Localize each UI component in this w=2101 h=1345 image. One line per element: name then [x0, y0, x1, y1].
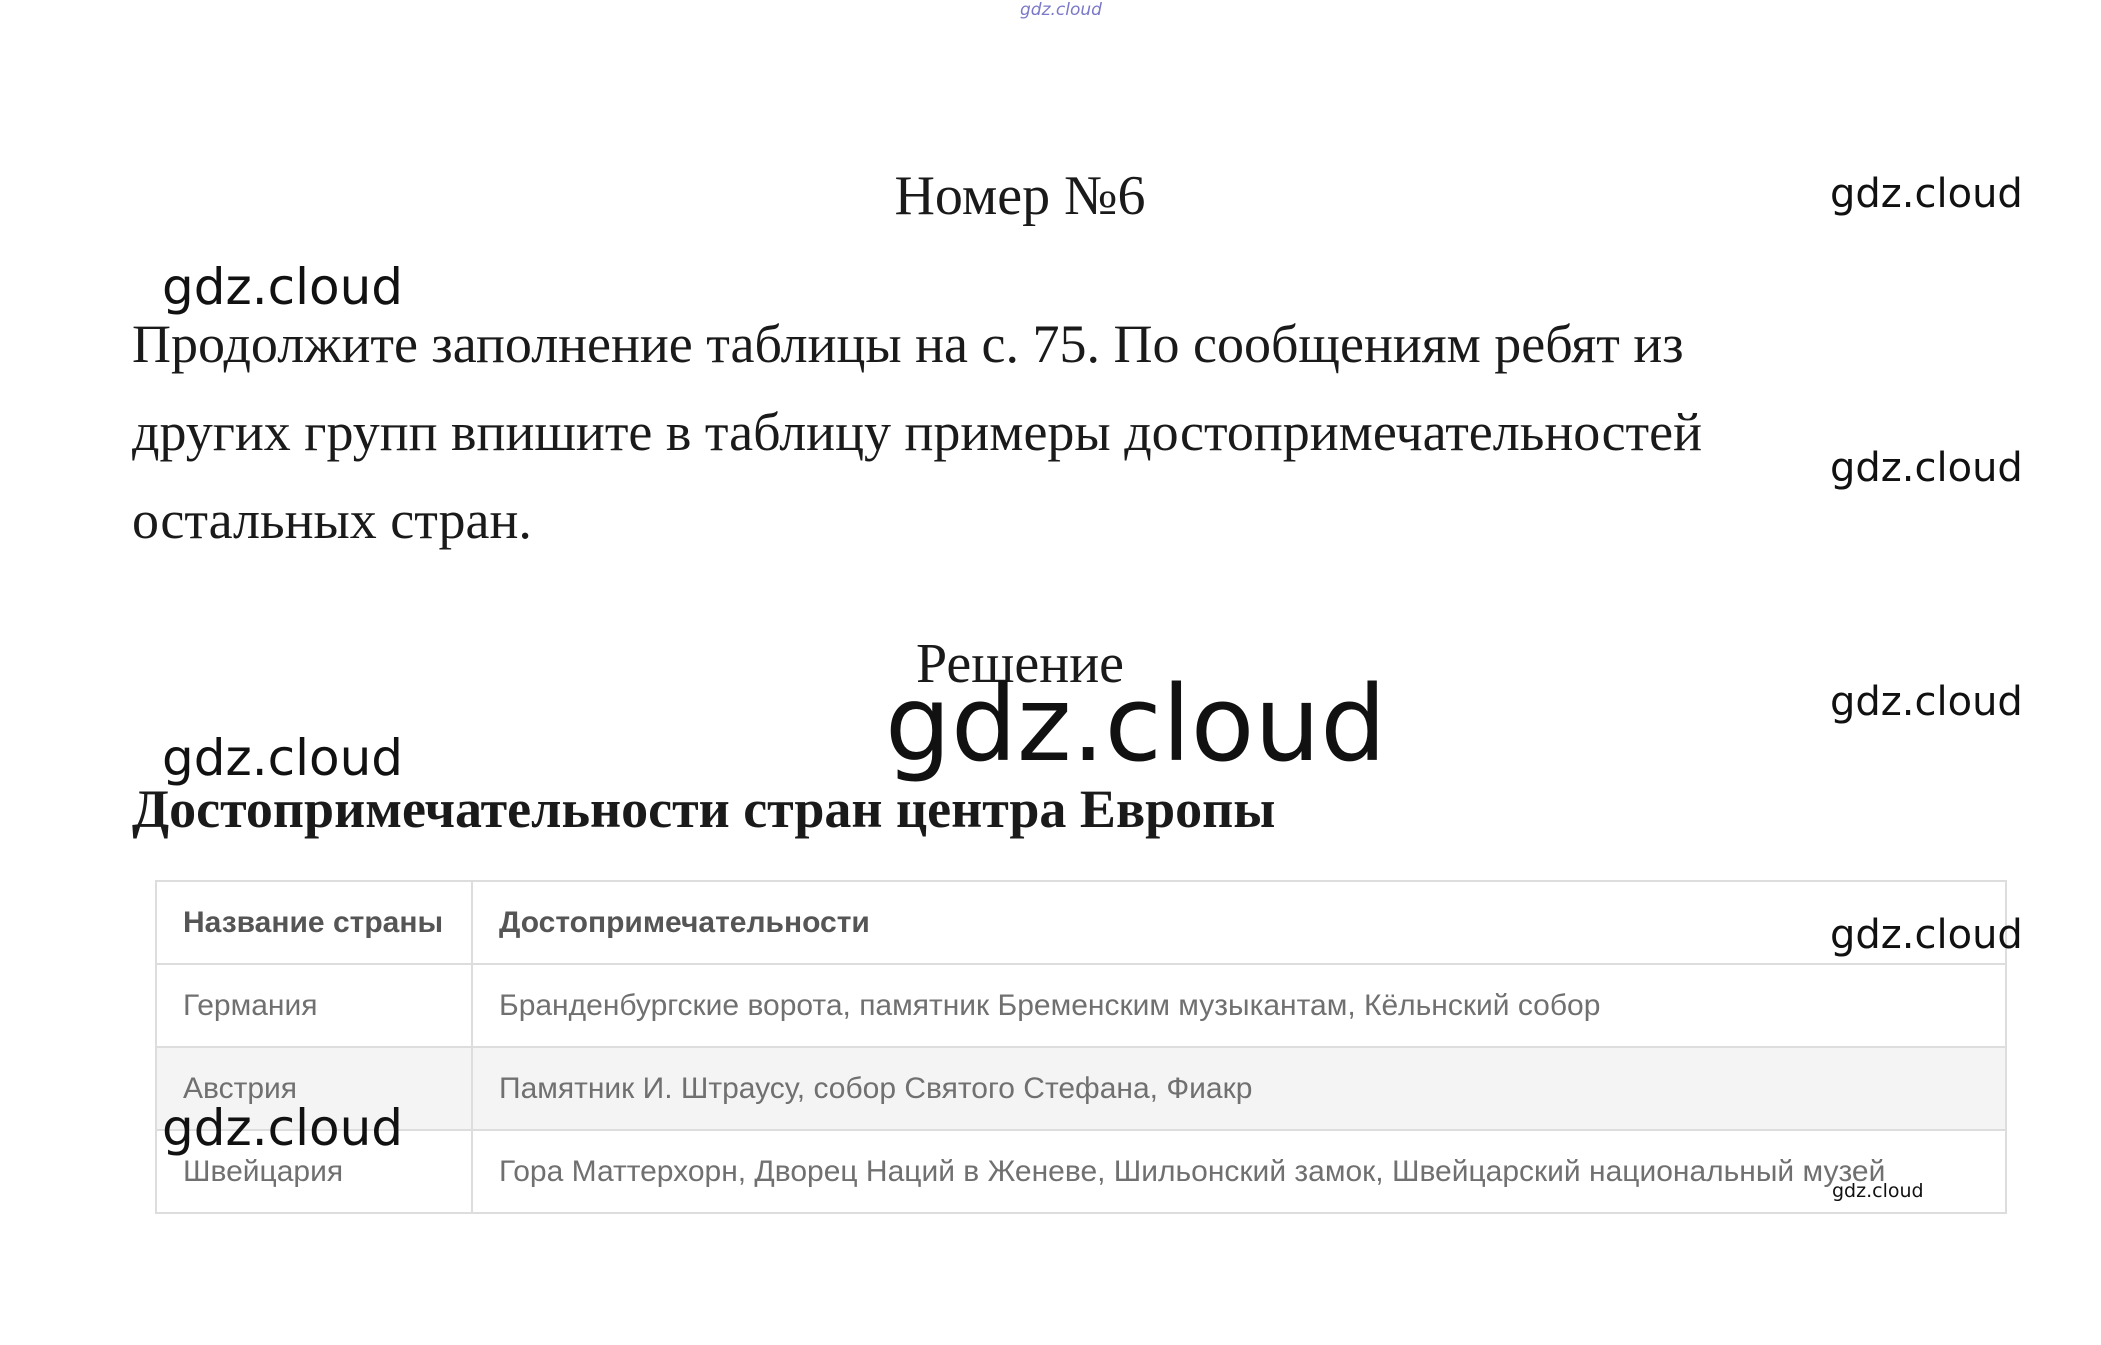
task-line: других групп впишите в таблицу примеры д… — [132, 402, 1703, 462]
task-line: Продолжите заполнение таблицы на с. 75. … — [132, 314, 1684, 374]
task-line: остальных стран. — [132, 490, 532, 550]
task-text: Продолжите заполнение таблицы на с. 75. … — [132, 300, 2002, 564]
table-row: Германия Бранденбургские ворота, памятни… — [155, 963, 2007, 1048]
page-title: Номер №6 — [894, 165, 1146, 227]
watermark-top: gdz.cloud — [1020, 0, 1102, 20]
watermark-right-2: gdz.cloud — [1830, 445, 2023, 491]
sights-table: Название страны Достопримечательности Ге… — [155, 880, 2007, 1214]
watermark-right-1: gdz.cloud — [1830, 171, 2023, 217]
cell-sights: Памятник И. Штраусу, собор Святого Стефа… — [471, 1046, 2007, 1131]
table-title: Достопримечательности стран центра Европ… — [132, 779, 1276, 839]
table-header-row: Название страны Достопримечательности — [155, 880, 2007, 965]
watermark-center-big: gdz.cloud — [885, 663, 1387, 785]
header-country: Название страны — [155, 880, 473, 965]
watermark-right-3: gdz.cloud — [1830, 679, 2023, 725]
cell-sights: Гора Маттерхорн, Дворец Наций в Женеве, … — [471, 1129, 2007, 1214]
cell-country: Германия — [155, 963, 473, 1048]
table-row: Австрия Памятник И. Штраусу, собор Свято… — [155, 1046, 2007, 1131]
watermark-right-4: gdz.cloud — [1830, 912, 2023, 958]
table-row: Швейцария Гора Маттерхорн, Дворец Наций … — [155, 1129, 2007, 1214]
watermark-left-3: gdz.cloud — [162, 1099, 404, 1157]
watermark-left-2: gdz.cloud — [162, 729, 404, 787]
header-sights: Достопримечательности — [471, 880, 2007, 965]
watermark-table-small: gdz.cloud — [1832, 1180, 1924, 1202]
cell-sights: Бранденбургские ворота, памятник Бременс… — [471, 963, 2007, 1048]
